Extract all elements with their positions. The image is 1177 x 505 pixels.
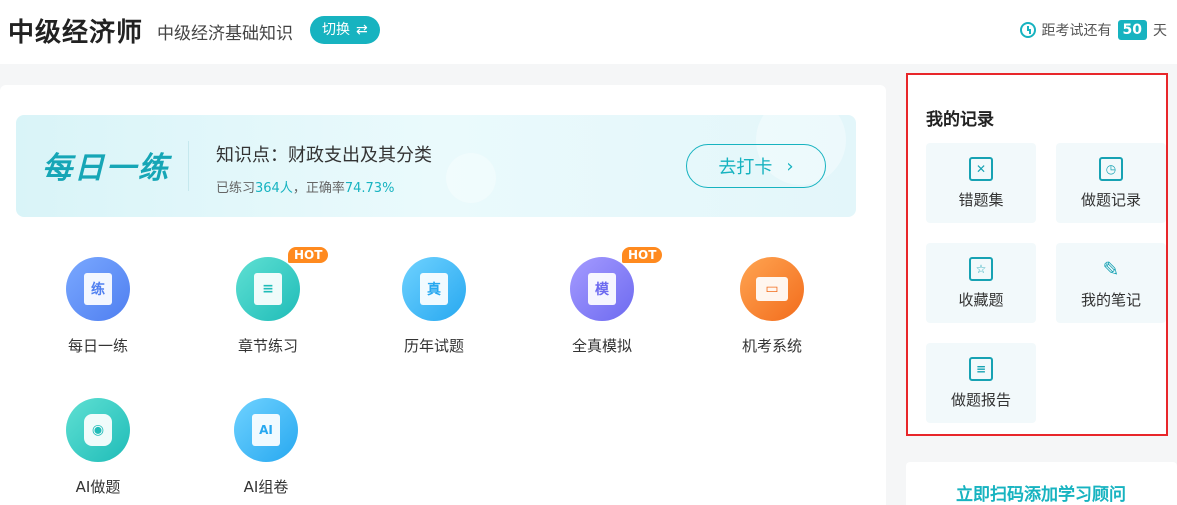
icon-glyph: AI [252,414,280,446]
record-label: 错题集 [958,191,1004,209]
record-label: 收藏题 [958,291,1004,309]
record-report[interactable]: ≡ 做题报告 [926,343,1036,423]
daily-practice-card[interactable]: 每日一练 知识点：财政支出及其分类 已练习364人，正确率74.73% 去打卡 … [16,115,856,217]
record-wrong-questions[interactable]: ✕ 错题集 [926,143,1036,223]
feature-label: AI做题 [75,478,121,496]
record-label: 做题记录 [1080,191,1141,209]
computer-monitor-icon: ▭ [740,257,804,321]
star-icon: ☆ [969,257,993,281]
stats-mid: ，正确率 [292,181,345,196]
report-icon: ≡ [969,357,993,381]
main-panel: 每日一练 知识点：财政支出及其分类 已练习364人，正确率74.73% 去打卡 … [0,85,886,505]
my-records-panel: 我的记录 ✕ 错题集 ◷ 做题记录 ☆ 收藏题 ✎ 我的笔记 ≡ 做题报告 [906,73,1168,436]
record-label: 做题报告 [950,391,1011,409]
record-notes[interactable]: ✎ 我的笔记 [1056,243,1166,323]
countdown-suffix: 天 [1153,23,1167,39]
ai-paper-icon: AI [234,398,298,462]
pencil-icon: ✎ [1102,257,1120,281]
icon-glyph: 真 [420,273,448,305]
hot-badge: HOT [622,247,663,263]
subject-name: 中级经济基础知识 [157,24,293,44]
advisor-card[interactable]: 立即扫码添加学习顾问 [906,462,1177,505]
practice-count: 364人 [255,181,293,196]
record-clock-icon: ◷ [1099,157,1123,181]
decor-bubble [446,153,496,203]
mock-exam-icon: 模 [570,257,634,321]
knowledge-point: 知识点：财政支出及其分类 [216,145,432,166]
feature-mock-exam[interactable]: HOT 模 全真模拟 [542,247,663,356]
feature-label: 每日一练 [67,337,128,355]
feature-label: 全真模拟 [571,337,632,355]
app-title: 中级经济师 [8,18,144,48]
countdown-prefix: 距考试还有 [1041,23,1112,39]
feature-label: 历年试题 [403,337,464,355]
record-label: 我的笔记 [1080,291,1141,309]
switch-label: 切换 [322,22,350,38]
feature-label: AI组卷 [243,478,289,496]
checkin-button[interactable]: 去打卡 › [686,144,826,188]
chapter-practice-icon: ≡ [236,257,300,321]
hot-badge: HOT [288,247,329,263]
checkin-label: 去打卡 [718,157,773,178]
practice-stats: 已练习364人，正确率74.73% [216,177,394,196]
robot-icon: ◉ [66,398,130,462]
accuracy-rate: 74.73% [344,181,395,196]
wrong-book-icon: ✕ [969,157,993,181]
feature-ai-practice[interactable]: ◉ AI做题 [38,398,158,497]
stats-prefix: 已练习 [216,181,256,196]
swap-arrows-icon: ⇄ [356,22,368,38]
chevron-right-icon: › [786,155,794,177]
feature-past-exams[interactable]: 真 历年试题 [374,257,494,356]
icon-glyph: 练 [84,273,112,305]
past-exams-icon: 真 [402,257,466,321]
switch-subject-button[interactable]: 切换 ⇄ [310,16,380,44]
feature-chapter-practice[interactable]: HOT ≡ 章节练习 [208,247,329,356]
feature-ai-paper[interactable]: AI AI组卷 [206,398,326,497]
feature-daily-practice[interactable]: 练 每日一练 [38,257,158,356]
record-history[interactable]: ◷ 做题记录 [1056,143,1166,223]
exam-countdown: 距考试还有 50 天 [1019,20,1167,40]
advisor-label: 立即扫码添加学习顾问 [956,485,1126,505]
daily-practice-icon: 练 [66,257,130,321]
divider [188,141,189,191]
record-favorites[interactable]: ☆ 收藏题 [926,243,1036,323]
daily-practice-logo: 每日一练 [42,151,170,186]
icon-glyph: ▭ [756,277,788,301]
icon-glyph: 模 [588,273,616,305]
icon-glyph: ◉ [84,414,112,446]
clock-icon [1019,22,1036,38]
days-badge: 50 [1117,20,1147,40]
records-title: 我的记录 [926,110,994,130]
icon-glyph: ≡ [254,273,282,305]
top-header: 中级经济师 中级经济基础知识 切换 ⇄ 距考试还有 50 天 [0,0,1177,64]
feature-computer-exam[interactable]: ▭ 机考系统 [712,257,832,356]
feature-label: 机考系统 [741,337,802,355]
feature-label: 章节练习 [237,337,298,355]
